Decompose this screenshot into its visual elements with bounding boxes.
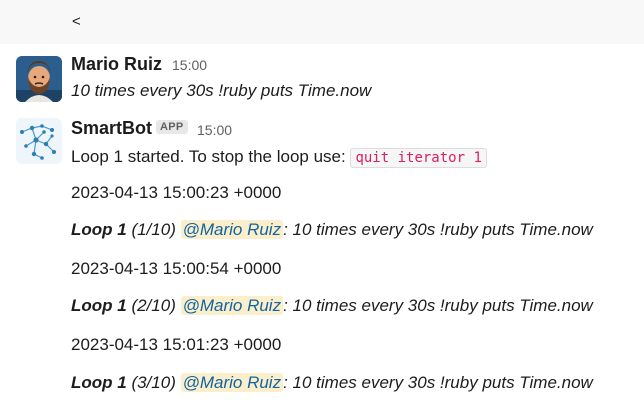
user-mention[interactable]: @Mario Ruiz bbox=[180, 220, 284, 239]
user-mention[interactable]: @Mario Ruiz bbox=[180, 296, 284, 315]
loop-count: (2/10) bbox=[126, 296, 181, 315]
loop-label: Loop 1 bbox=[71, 373, 127, 392]
loop-started-line: Loop 1 started. To stop the loop use: qu… bbox=[71, 147, 487, 168]
smartbot-logo-icon bbox=[16, 118, 62, 164]
user-mention[interactable]: @Mario Ruiz bbox=[180, 373, 284, 392]
thread-header: < bbox=[0, 0, 644, 44]
inline-code: quit iterator 1 bbox=[350, 148, 487, 168]
loop-line: Loop 1 (3/10) @Mario Ruiz: 10 times ever… bbox=[71, 373, 593, 393]
output-timestamp: 2023-04-13 15:01:23 +0000 bbox=[71, 335, 282, 354]
loop-command: : 10 times every 30s !ruby puts Time.now bbox=[283, 373, 593, 392]
app-badge: APP bbox=[156, 120, 188, 134]
loop-count: (3/10) bbox=[126, 373, 181, 392]
output-timestamp: 2023-04-13 15:00:54 +0000 bbox=[71, 259, 282, 278]
message-text: 10 times every 30s !ruby puts Time.now bbox=[71, 81, 372, 100]
loop-started-text: Loop 1 started. To stop the loop use: bbox=[71, 147, 351, 166]
back-button[interactable]: < bbox=[72, 13, 81, 30]
loop-label: Loop 1 bbox=[71, 220, 127, 239]
loop-line: Loop 1 (1/10) @Mario Ruiz: 10 times ever… bbox=[71, 220, 593, 240]
avatar-mario[interactable] bbox=[16, 56, 62, 102]
loop-line: Loop 1 (2/10) @Mario Ruiz: 10 times ever… bbox=[71, 296, 593, 316]
message-timestamp[interactable]: 15:00 bbox=[172, 57, 207, 73]
loop-count: (1/10) bbox=[126, 220, 181, 239]
output-timestamp: 2023-04-13 15:00:23 +0000 bbox=[71, 183, 282, 202]
loop-label: Loop 1 bbox=[71, 296, 127, 315]
loop-command: : 10 times every 30s !ruby puts Time.now bbox=[283, 220, 593, 239]
avatar-smartbot[interactable] bbox=[16, 118, 62, 164]
loop-command: : 10 times every 30s !ruby puts Time.now bbox=[283, 296, 593, 315]
author-name[interactable]: Mario Ruiz bbox=[71, 54, 162, 75]
author-name[interactable]: SmartBot bbox=[71, 118, 152, 139]
message-timestamp[interactable]: 15:00 bbox=[197, 122, 232, 138]
avatar-mario-illustration bbox=[16, 56, 62, 102]
